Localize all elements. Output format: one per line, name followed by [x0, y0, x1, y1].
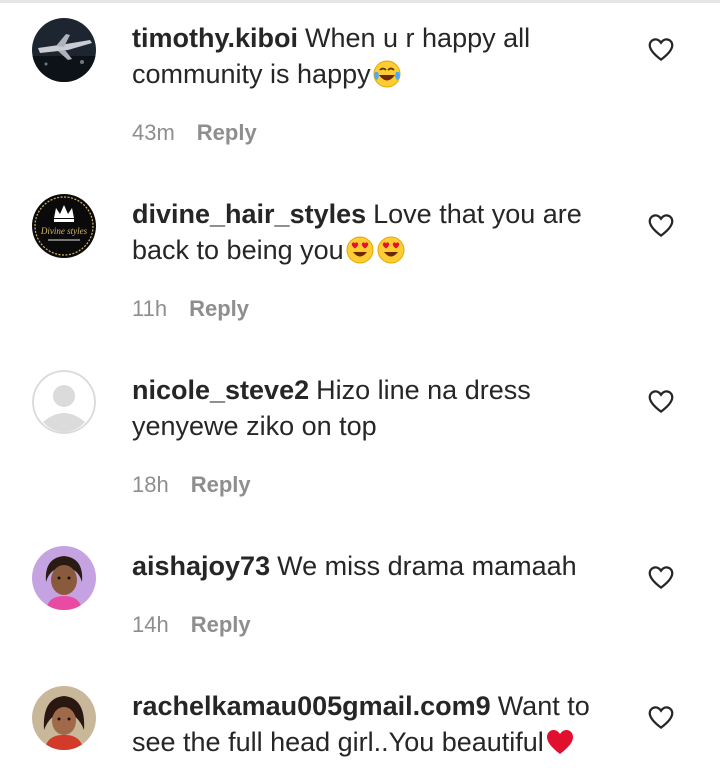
comment-text: timothy.kiboi When u r happy all communit…	[132, 20, 622, 92]
comment-username[interactable]: divine_hair_styles	[132, 199, 366, 229]
heart-icon[interactable]	[646, 562, 676, 592]
heart-icon[interactable]	[646, 702, 676, 732]
comment-meta: 14h Reply	[132, 612, 251, 638]
heart-icon[interactable]	[646, 210, 676, 240]
comment-meta: 11h Reply	[132, 296, 249, 322]
comment-text: divine_hair_styles Love that you are back…	[132, 196, 622, 268]
avatar[interactable]	[32, 686, 96, 750]
reply-button[interactable]: Reply	[189, 296, 249, 321]
comment-meta: 43m Reply	[132, 120, 257, 146]
heart-icon[interactable]	[646, 34, 676, 64]
comment-meta: 18h Reply	[132, 472, 251, 498]
red-heart-emoji-icon	[546, 730, 573, 754]
comment-text: rachelkamau005gmail.com9 Want to see the …	[132, 688, 622, 760]
reply-button[interactable]: Reply	[197, 120, 257, 145]
heart-eyes-emoji-icon	[346, 236, 374, 264]
avatar-placeholder-icon[interactable]	[32, 370, 96, 434]
comment-time: 11h	[132, 296, 168, 321]
avatar[interactable]	[32, 546, 96, 610]
comment-time: 18h	[132, 472, 169, 497]
avatar[interactable]: Divine styles	[32, 194, 96, 258]
comment-time: 43m	[132, 120, 175, 145]
heart-icon[interactable]	[646, 386, 676, 416]
comment-username[interactable]: timothy.kiboi	[132, 23, 298, 53]
reply-button[interactable]: Reply	[191, 472, 251, 497]
comment-username[interactable]: rachelkamau005gmail.com9	[132, 691, 491, 721]
comment-text: aishajoy73 We miss drama mamaah	[132, 548, 622, 584]
top-divider	[0, 0, 720, 3]
comment-username[interactable]: aishajoy73	[132, 551, 270, 581]
comment-time: 14h	[132, 612, 169, 637]
comment-username[interactable]: nicole_steve2	[132, 375, 309, 405]
avatar[interactable]	[32, 18, 96, 82]
tears-of-joy-emoji-icon	[373, 60, 401, 88]
heart-eyes-emoji-icon	[377, 236, 405, 264]
comment-body: We miss drama mamaah	[277, 551, 577, 581]
comment-text: nicole_steve2 Hizo line na dress yenyewe …	[132, 372, 622, 444]
reply-button[interactable]: Reply	[191, 612, 251, 637]
avatar-logo-text: Divine styles	[40, 226, 88, 236]
